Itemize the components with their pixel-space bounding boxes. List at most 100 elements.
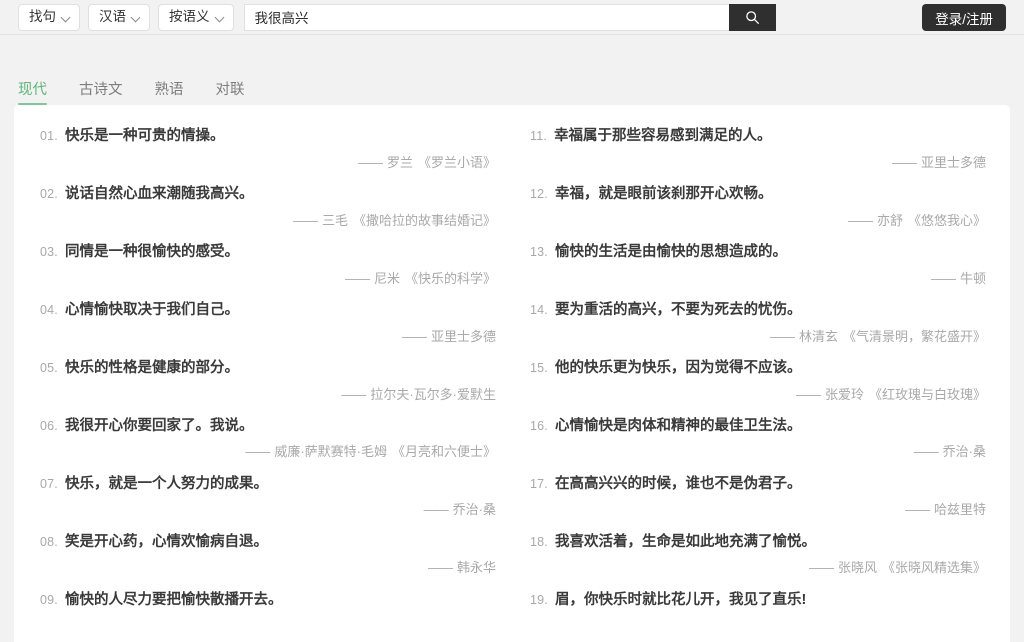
- quote-text: 幸福，就是眼前该刹那开心欢畅。: [554, 185, 773, 202]
- quote-source-work[interactable]: 《悠悠我心》: [908, 213, 986, 228]
- quote-attribution: —— 拉尔夫·瓦尔多·爱默生: [34, 380, 500, 404]
- quote-author[interactable]: 乔治·桑: [943, 444, 986, 459]
- quote-item[interactable]: 05. 快乐的性格是健康的部分。 —— 拉尔夫·瓦尔多·爱默生: [34, 355, 500, 404]
- quote-item[interactable]: 12. 幸福，就是眼前该刹那开心欢畅。 —— 亦舒 《悠悠我心》: [524, 181, 990, 230]
- chevron-down-icon: [132, 13, 141, 22]
- quote-number: 11.: [530, 129, 548, 143]
- quote-number: 13.: [530, 244, 548, 259]
- quote-source-work[interactable]: 《气清景明，繁花盛开》: [843, 329, 986, 344]
- quote-text: 笑是开心药，心情欢愉病自退。: [64, 533, 268, 550]
- quote-number: 03.: [40, 244, 58, 259]
- results-column-right: 11. 幸福属于那些容易感到满足的人。 —— 亚里士多德 12. 幸福，就是眼前该刹那开心…: [524, 123, 990, 642]
- quote-line: 08. 笑是开心药，心情欢愉病自退。: [34, 529, 500, 554]
- quote-item[interactable]: 14. 要为重活的高兴，不要为死去的忧伤。 —— 林清玄 《气清景明，繁花盛开》: [524, 297, 990, 346]
- quote-item[interactable]: 09. 愉快的人尽力要把愉快散播开去。: [34, 587, 500, 612]
- quote-attribution: —— 林清玄 《气清景明，繁花盛开》: [524, 322, 990, 346]
- quote-item[interactable]: 19. 眉，你快乐时就比花儿开，我见了直乐!: [524, 587, 990, 612]
- search-input[interactable]: [243, 3, 729, 31]
- filter-dropdown-search-type[interactable]: 找句: [18, 3, 80, 31]
- quote-author[interactable]: 威廉·萨默赛特·毛姆: [274, 444, 387, 459]
- quote-item[interactable]: 13. 愉快的生活是由愉快的思想造成的。 —— 牛顿: [524, 239, 990, 288]
- quote-author[interactable]: 三毛: [322, 213, 348, 228]
- quote-text: 在高高兴兴的时候，谁也不是伪君子。: [554, 475, 802, 492]
- quote-item[interactable]: 02. 说话自然心血来潮随我高兴。 —— 三毛 《撒哈拉的故事结婚记》: [34, 181, 500, 230]
- quote-author[interactable]: 亚里士多德: [431, 329, 496, 344]
- quote-line: 16. 心情愉快是肉体和精神的最佳卫生法。: [524, 413, 990, 438]
- quote-item[interactable]: 06. 我很开心你要回家了。我说。 —— 威廉·萨默赛特·毛姆 《月亮和六便士》: [34, 413, 500, 462]
- quote-attribution: —— 张晓风 《张晓风精选集》: [524, 553, 990, 577]
- attribution-dash: ——: [913, 444, 939, 460]
- quote-text: 快乐是一种可贵的情操。: [64, 128, 225, 144]
- quote-author[interactable]: 哈兹里特: [934, 502, 986, 517]
- quote-attribution: —— 亦舒 《悠悠我心》: [524, 206, 990, 230]
- quote-text: 快乐的性格是健康的部分。: [64, 359, 239, 376]
- quote-text: 愉快的生活是由愉快的思想造成的。: [554, 243, 787, 260]
- quote-author[interactable]: 拉尔夫·瓦尔多·爱默生: [370, 387, 496, 402]
- attribution-dash: ——: [891, 154, 917, 170]
- quote-line: 07. 快乐，就是一个人努力的成果。: [34, 471, 500, 496]
- quote-source-work[interactable]: 《快乐的科学》: [405, 271, 496, 286]
- quote-source-work[interactable]: 《张晓风精选集》: [882, 560, 986, 575]
- results-panel: 01. 快乐是一种可贵的情操。 —— 罗兰 《罗兰小语》 02. 说话自然心血来潮随我高兴。…: [14, 105, 1010, 642]
- quote-item[interactable]: 08. 笑是开心药，心情欢愉病自退。 —— 韩永华: [34, 529, 500, 578]
- quote-item[interactable]: 17. 在高高兴兴的时候，谁也不是伪君子。 —— 哈兹里特: [524, 471, 990, 520]
- quote-line: 04. 心情愉快取决于我们自己。: [34, 297, 500, 322]
- quote-attribution: —— 尼米 《快乐的科学》: [34, 264, 500, 288]
- quote-line: 02. 说话自然心血来潮随我高兴。: [34, 181, 500, 206]
- quote-author[interactable]: 韩永华: [457, 560, 496, 575]
- quote-item[interactable]: 03. 同情是一种很愉快的感受。 —— 尼米 《快乐的科学》: [34, 239, 500, 288]
- search-field-group: [243, 3, 776, 31]
- tab-idioms[interactable]: 熟语: [155, 82, 184, 106]
- quote-line: 12. 幸福，就是眼前该刹那开心欢畅。: [524, 181, 990, 206]
- filter-dropdown-match-mode[interactable]: 按语义: [158, 3, 234, 31]
- quote-author[interactable]: 尼米: [374, 271, 400, 286]
- quote-text: 快乐，就是一个人努力的成果。: [64, 475, 268, 492]
- quote-item[interactable]: 15. 他的快乐更为快乐，因为觉得不应该。 —— 张爱玲 《红玫瑰与白玫瑰》: [524, 355, 990, 404]
- tab-couplets[interactable]: 对联: [216, 82, 245, 106]
- quote-item[interactable]: 18. 我喜欢活着，生命是如此地充满了愉悦。 —— 张晓风 《张晓风精选集》: [524, 529, 990, 578]
- quote-number: 16.: [530, 418, 548, 433]
- quote-number: 12.: [530, 186, 548, 201]
- quote-item[interactable]: 11. 幸福属于那些容易感到满足的人。 —— 亚里士多德: [524, 123, 990, 172]
- quote-attribution: —— 乔治·桑: [524, 437, 990, 461]
- attribution-dash: ——: [292, 212, 318, 228]
- quote-author[interactable]: 牛顿: [960, 271, 986, 286]
- chevron-down-icon: [216, 13, 225, 22]
- quote-line: 19. 眉，你快乐时就比花儿开，我见了直乐!: [524, 587, 990, 612]
- quote-text: 心情愉快取决于我们自己。: [64, 301, 239, 318]
- quote-number: 07.: [40, 476, 58, 491]
- quote-number: 15.: [530, 360, 548, 375]
- quote-author[interactable]: 亦舒: [877, 213, 903, 228]
- quote-author[interactable]: 亚里士多德: [921, 155, 986, 170]
- login-register-button[interactable]: 登录/注册: [922, 4, 1006, 31]
- quote-attribution: —— 三毛 《撒哈拉的故事结婚记》: [34, 206, 500, 230]
- quote-author[interactable]: 张晓风: [838, 560, 877, 575]
- quote-item[interactable]: 07. 快乐，就是一个人努力的成果。 —— 乔治·桑: [34, 471, 500, 520]
- quote-author[interactable]: 林清玄: [799, 329, 838, 344]
- quote-number: 18.: [530, 534, 548, 549]
- quote-attribution: —— 韩永华: [34, 553, 500, 577]
- quote-source-work[interactable]: 《红玫瑰与白玫瑰》: [869, 387, 986, 402]
- quote-number: 08.: [40, 534, 58, 549]
- tab-classical-poetry[interactable]: 古诗文: [79, 82, 123, 106]
- quote-text: 幸福属于那些容易感到满足的人。: [554, 128, 772, 144]
- quote-line: 05. 快乐的性格是健康的部分。: [34, 355, 500, 380]
- quote-source-work[interactable]: 《罗兰小语》: [418, 155, 496, 170]
- quote-item[interactable]: 16. 心情愉快是肉体和精神的最佳卫生法。 —— 乔治·桑: [524, 413, 990, 462]
- quote-attribution: —— 牛顿: [524, 264, 990, 288]
- category-tabs: 现代 古诗文 熟语 对联: [0, 35, 1024, 105]
- quote-number: 09.: [40, 592, 58, 607]
- quote-line: 17. 在高高兴兴的时候，谁也不是伪君子。: [524, 471, 990, 496]
- search-button[interactable]: [728, 3, 776, 31]
- tab-modern[interactable]: 现代: [18, 82, 47, 106]
- quote-line: 09. 愉快的人尽力要把愉快散播开去。: [34, 587, 500, 612]
- quote-author[interactable]: 乔治·桑: [453, 502, 496, 517]
- quote-text: 说话自然心血来潮随我高兴。: [64, 185, 254, 202]
- filter-dropdown-language[interactable]: 汉语: [88, 3, 150, 31]
- quote-item[interactable]: 04. 心情愉快取决于我们自己。 —— 亚里士多德: [34, 297, 500, 346]
- quote-author[interactable]: 罗兰: [387, 155, 413, 170]
- quote-item[interactable]: 01. 快乐是一种可贵的情操。 —— 罗兰 《罗兰小语》: [34, 123, 500, 172]
- quote-source-work[interactable]: 《月亮和六便士》: [392, 444, 496, 459]
- quote-source-work[interactable]: 《撒哈拉的故事结婚记》: [353, 213, 496, 228]
- quote-author[interactable]: 张爱玲: [825, 387, 864, 402]
